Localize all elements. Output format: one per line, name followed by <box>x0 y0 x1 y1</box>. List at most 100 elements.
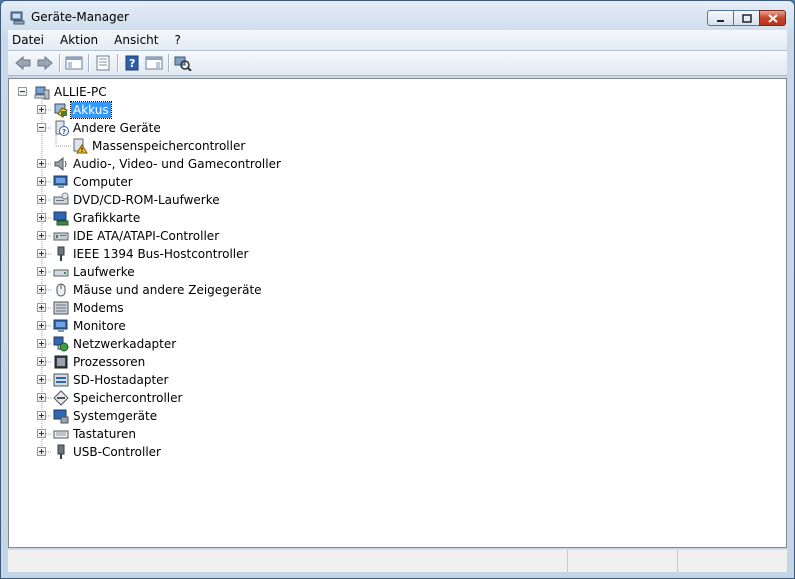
modem-icon <box>53 301 69 315</box>
tree-node[interactable]: Monitore <box>9 317 609 335</box>
maximize-icon <box>741 13 752 23</box>
tree-node[interactable]: ? Andere Geräte <box>9 119 609 137</box>
expand-icon[interactable] <box>37 303 46 312</box>
status-bar <box>8 549 787 572</box>
tree-node[interactable]: DVD/CD-ROM-Laufwerke <box>9 191 609 209</box>
svg-text:?: ? <box>62 128 66 136</box>
tree-node-label[interactable]: IEEE 1394 Bus-Hostcontroller <box>71 246 250 262</box>
tree-node[interactable]: IEEE 1394 Bus-Hostcontroller <box>9 245 609 263</box>
toolbar-separator <box>88 54 89 72</box>
menu-aktion[interactable]: Aktion <box>52 33 106 47</box>
tree-node-label[interactable]: DVD/CD-ROM-Laufwerke <box>71 192 222 208</box>
tree-node-label[interactable]: Grafikkarte <box>71 210 142 226</box>
show-hide-console-tree-button[interactable] <box>63 53 85 73</box>
help-button[interactable]: ? <box>121 53 143 73</box>
tree-node-label[interactable]: Speichercontroller <box>71 390 184 406</box>
tree-node-label[interactable]: USB-Controller <box>71 444 163 460</box>
expand-icon[interactable] <box>37 411 46 420</box>
tree-node-label[interactable]: Mäuse und andere Zeigegeräte <box>71 282 264 298</box>
tree-node-label[interactable]: IDE ATA/ATAPI-Controller <box>71 228 221 244</box>
scan-hardware-icon <box>174 56 192 71</box>
expand-icon[interactable] <box>37 159 46 168</box>
tree-node[interactable]: Mäuse und andere Zeigegeräte <box>9 281 609 299</box>
speaker-icon <box>54 156 67 172</box>
cdrom-icon <box>53 192 69 205</box>
expand-icon[interactable] <box>37 447 46 456</box>
tree-node[interactable]: Laufwerke <box>9 263 609 281</box>
tree-node[interactable]: Massenspeichercontroller <box>9 137 609 155</box>
expand-icon[interactable] <box>37 375 46 384</box>
tree-node-label[interactable]: Audio-, Video- und Gamecontroller <box>71 156 283 172</box>
tree-node-label[interactable]: Prozessoren <box>71 354 147 370</box>
tree-node[interactable]: Netzwerkadapter <box>9 335 609 353</box>
tree-node-label[interactable]: Computer <box>71 174 135 190</box>
tree-node[interactable]: Computer <box>9 173 609 191</box>
title-bar[interactable]: Geräte-Manager <box>1 1 794 31</box>
tree-node[interactable]: Speichercontroller <box>9 389 609 407</box>
expand-icon[interactable] <box>37 195 46 204</box>
svg-text:?: ? <box>129 57 135 70</box>
action-pane-button[interactable] <box>143 53 165 73</box>
expand-icon[interactable] <box>37 231 46 240</box>
menu-bar: Datei Aktion Ansicht ? <box>8 30 787 51</box>
scan-hardware-button[interactable] <box>172 53 194 73</box>
tree-node-label[interactable]: Massenspeichercontroller <box>90 138 247 154</box>
forward-button[interactable] <box>34 53 56 73</box>
show-hide-console-tree-icon <box>65 56 83 70</box>
expand-icon[interactable] <box>37 213 46 222</box>
menu-help[interactable]: ? <box>166 33 188 47</box>
storage-controller-icon <box>53 390 69 406</box>
expand-icon[interactable] <box>37 357 46 366</box>
collapse-icon[interactable] <box>18 87 27 96</box>
menu-ansicht[interactable]: Ansicht <box>106 33 166 47</box>
tree-node-label[interactable]: Akkus <box>70 101 112 119</box>
expand-icon[interactable] <box>37 429 46 438</box>
maximize-button[interactable] <box>733 10 760 26</box>
minimize-button[interactable] <box>707 10 734 26</box>
disk-drive-icon <box>53 269 69 277</box>
tree-node[interactable]: Audio-, Video- und Gamecontroller <box>9 155 609 173</box>
tree-node[interactable]: Systemgeräte <box>9 407 609 425</box>
unknown-device-icon: ? <box>55 120 69 136</box>
expand-icon[interactable] <box>37 321 46 330</box>
warning-device-icon <box>73 138 88 154</box>
back-button[interactable] <box>12 53 34 73</box>
close-button[interactable] <box>759 10 786 26</box>
tree-node-label[interactable]: Netzwerkadapter <box>71 336 178 352</box>
display-adapter-icon <box>53 211 69 226</box>
menu-datei[interactable]: Datei <box>8 33 52 47</box>
status-cell <box>678 550 786 572</box>
tree-node-label[interactable]: ALLIE-PC <box>52 84 109 100</box>
expand-icon[interactable] <box>37 249 46 258</box>
expand-icon[interactable] <box>37 267 46 276</box>
toolbar: ? <box>8 51 787 76</box>
properties-button[interactable] <box>92 53 114 73</box>
tree-node[interactable]: Prozessoren <box>9 353 609 371</box>
ide-controller-icon <box>53 232 69 241</box>
tree-node-label[interactable]: Tastaturen <box>71 426 138 442</box>
tree-node-label[interactable]: Systemgeräte <box>71 408 159 424</box>
back-icon <box>15 55 31 71</box>
tree-node-label[interactable]: Andere Geräte <box>71 120 163 136</box>
expand-icon[interactable] <box>37 285 46 294</box>
toolbar-separator <box>168 54 169 72</box>
tree-node-label[interactable]: Modems <box>71 300 126 316</box>
expand-icon[interactable] <box>37 177 46 186</box>
tree-node-label[interactable]: Laufwerke <box>71 264 137 280</box>
tree-node[interactable]: Grafikkarte <box>9 209 609 227</box>
tree-node-label[interactable]: Monitore <box>71 318 128 334</box>
tree-node[interactable]: Modems <box>9 299 609 317</box>
expand-icon[interactable] <box>37 339 46 348</box>
expand-icon[interactable] <box>37 105 46 114</box>
tree-node[interactable]: Tastaturen <box>9 425 609 443</box>
tree-node[interactable]: USB-Controller <box>9 443 609 461</box>
tree-root[interactable]: ALLIE-PC <box>9 83 609 101</box>
action-pane-icon <box>145 56 163 70</box>
collapse-icon[interactable] <box>37 123 46 132</box>
tree-node[interactable]: Akkus <box>9 101 609 119</box>
tree-node-label[interactable]: SD-Hostadapter <box>71 372 170 388</box>
expand-icon[interactable] <box>37 393 46 402</box>
device-tree[interactable]: ALLIE-PC Akkus? Andere Geräte Massenspeiche… <box>8 78 787 548</box>
tree-node[interactable]: SD-Hostadapter <box>9 371 609 389</box>
tree-node[interactable]: IDE ATA/ATAPI-Controller <box>9 227 609 245</box>
